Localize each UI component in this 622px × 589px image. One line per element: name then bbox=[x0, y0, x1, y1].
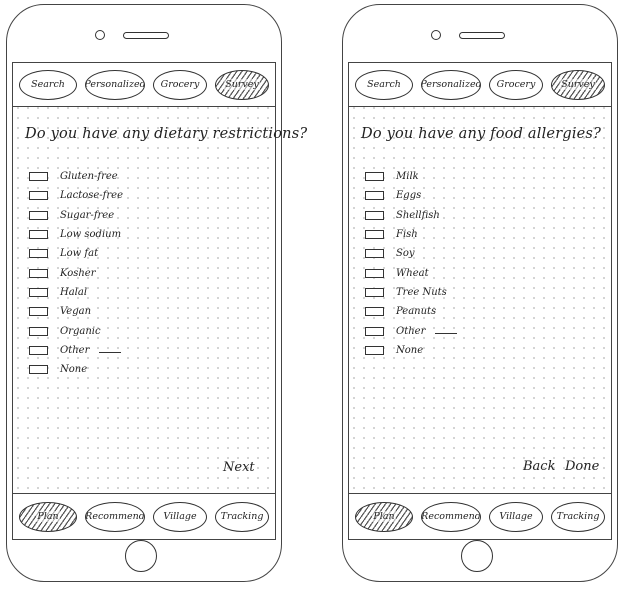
other-text-input[interactable] bbox=[435, 332, 458, 334]
tab-search[interactable]: Search bbox=[19, 69, 77, 100]
other-text-input[interactable] bbox=[99, 351, 122, 353]
tab-survey[interactable]: Survey bbox=[215, 69, 269, 100]
option-sugar-free[interactable]: Sugar-free bbox=[29, 206, 123, 225]
camera-icon bbox=[95, 30, 105, 40]
bottom-nav: Plan Recommend Village Tracking bbox=[13, 493, 275, 539]
checkbox[interactable] bbox=[29, 268, 48, 278]
tab-village[interactable]: Village bbox=[153, 501, 207, 532]
option-other[interactable]: Other bbox=[365, 321, 458, 340]
option-organic[interactable]: Organic bbox=[29, 321, 123, 340]
question-title: Do you have any dietary restrictions? bbox=[25, 126, 308, 142]
option-kosher[interactable]: Kosher bbox=[29, 263, 123, 282]
checkbox[interactable] bbox=[365, 326, 384, 336]
tab-recommend[interactable]: Recommend bbox=[85, 501, 145, 532]
checkbox[interactable] bbox=[29, 172, 48, 182]
speaker-icon bbox=[123, 32, 169, 39]
camera-icon bbox=[431, 30, 441, 40]
checkbox[interactable] bbox=[29, 326, 48, 336]
option-gluten-free[interactable]: Gluten-free bbox=[29, 167, 123, 186]
option-fish[interactable]: Fish bbox=[365, 225, 457, 244]
checkbox[interactable] bbox=[365, 210, 384, 220]
tab-personalized[interactable]: Personalized bbox=[421, 69, 481, 100]
checkbox[interactable] bbox=[365, 172, 384, 182]
phone-frame-allergies: Search Personalized Grocery Survey Do yo… bbox=[342, 4, 618, 582]
checkbox[interactable] bbox=[365, 230, 384, 240]
checkbox[interactable] bbox=[29, 249, 48, 259]
next-button[interactable]: Next bbox=[223, 460, 255, 475]
top-nav: Search Personalized Grocery Survey bbox=[349, 63, 611, 107]
tab-grocery[interactable]: Grocery bbox=[153, 69, 207, 100]
checkbox[interactable] bbox=[29, 287, 48, 297]
phone-frame-dietary: Search Personalized Grocery Survey Do yo… bbox=[6, 4, 307, 582]
tab-recommend[interactable]: Recommend bbox=[421, 501, 481, 532]
option-lactose-free[interactable]: Lactose-free bbox=[29, 186, 123, 205]
checkbox[interactable] bbox=[365, 345, 384, 355]
done-button[interactable]: Done bbox=[565, 459, 599, 474]
checkbox[interactable] bbox=[29, 345, 48, 355]
tab-plan[interactable]: Plan bbox=[19, 501, 77, 532]
checkbox[interactable] bbox=[29, 365, 48, 375]
home-button-icon[interactable] bbox=[125, 540, 157, 572]
tab-search[interactable]: Search bbox=[355, 69, 413, 100]
checkbox[interactable] bbox=[365, 268, 384, 278]
option-low-sodium[interactable]: Low sodium bbox=[29, 225, 123, 244]
tab-personalized[interactable]: Personalized bbox=[85, 69, 145, 100]
top-nav: Search Personalized Grocery Survey bbox=[13, 63, 275, 107]
screen-food-allergies: Search Personalized Grocery Survey Do yo… bbox=[348, 62, 612, 540]
dietary-options-list: Gluten-free Lactose-free Sugar-free Low … bbox=[29, 167, 123, 379]
tab-village[interactable]: Village bbox=[489, 501, 543, 532]
bottom-nav: Plan Recommend Village Tracking bbox=[349, 493, 611, 539]
option-other[interactable]: Other bbox=[29, 341, 123, 360]
back-button[interactable]: Back bbox=[523, 459, 555, 474]
allergy-options-list: Milk Eggs Shellfish Fish Soy Wheat Tree … bbox=[365, 167, 458, 360]
checkbox[interactable] bbox=[365, 191, 384, 201]
option-none[interactable]: None bbox=[365, 341, 457, 360]
option-tree-nuts[interactable]: Tree Nuts bbox=[365, 283, 457, 302]
checkbox[interactable] bbox=[29, 230, 48, 240]
option-vegan[interactable]: Vegan bbox=[29, 302, 123, 321]
tab-tracking[interactable]: Tracking bbox=[215, 501, 269, 532]
checkbox[interactable] bbox=[365, 287, 384, 297]
screen-dietary-restrictions: Search Personalized Grocery Survey Do yo… bbox=[12, 62, 307, 540]
option-peanuts[interactable]: Peanuts bbox=[365, 302, 457, 321]
home-button-icon[interactable] bbox=[461, 540, 493, 572]
option-wheat[interactable]: Wheat bbox=[365, 263, 457, 282]
checkbox[interactable] bbox=[29, 191, 48, 201]
tab-grocery[interactable]: Grocery bbox=[489, 69, 543, 100]
tab-tracking[interactable]: Tracking bbox=[551, 501, 605, 532]
checkbox[interactable] bbox=[29, 307, 48, 317]
option-none[interactable]: None bbox=[29, 360, 123, 379]
checkbox[interactable] bbox=[365, 249, 384, 259]
speaker-icon bbox=[459, 32, 505, 39]
question-title: Do you have any food allergies? bbox=[361, 126, 602, 142]
option-eggs[interactable]: Eggs bbox=[365, 186, 457, 205]
option-soy[interactable]: Soy bbox=[365, 244, 457, 263]
checkbox[interactable] bbox=[29, 210, 48, 220]
option-halal[interactable]: Halal bbox=[29, 283, 123, 302]
tab-plan[interactable]: Plan bbox=[355, 501, 413, 532]
checkbox[interactable] bbox=[365, 307, 384, 317]
tab-survey[interactable]: Survey bbox=[551, 69, 605, 100]
option-low-fat[interactable]: Low fat bbox=[29, 244, 123, 263]
option-milk[interactable]: Milk bbox=[365, 167, 457, 186]
option-shellfish[interactable]: Shellfish bbox=[365, 206, 457, 225]
